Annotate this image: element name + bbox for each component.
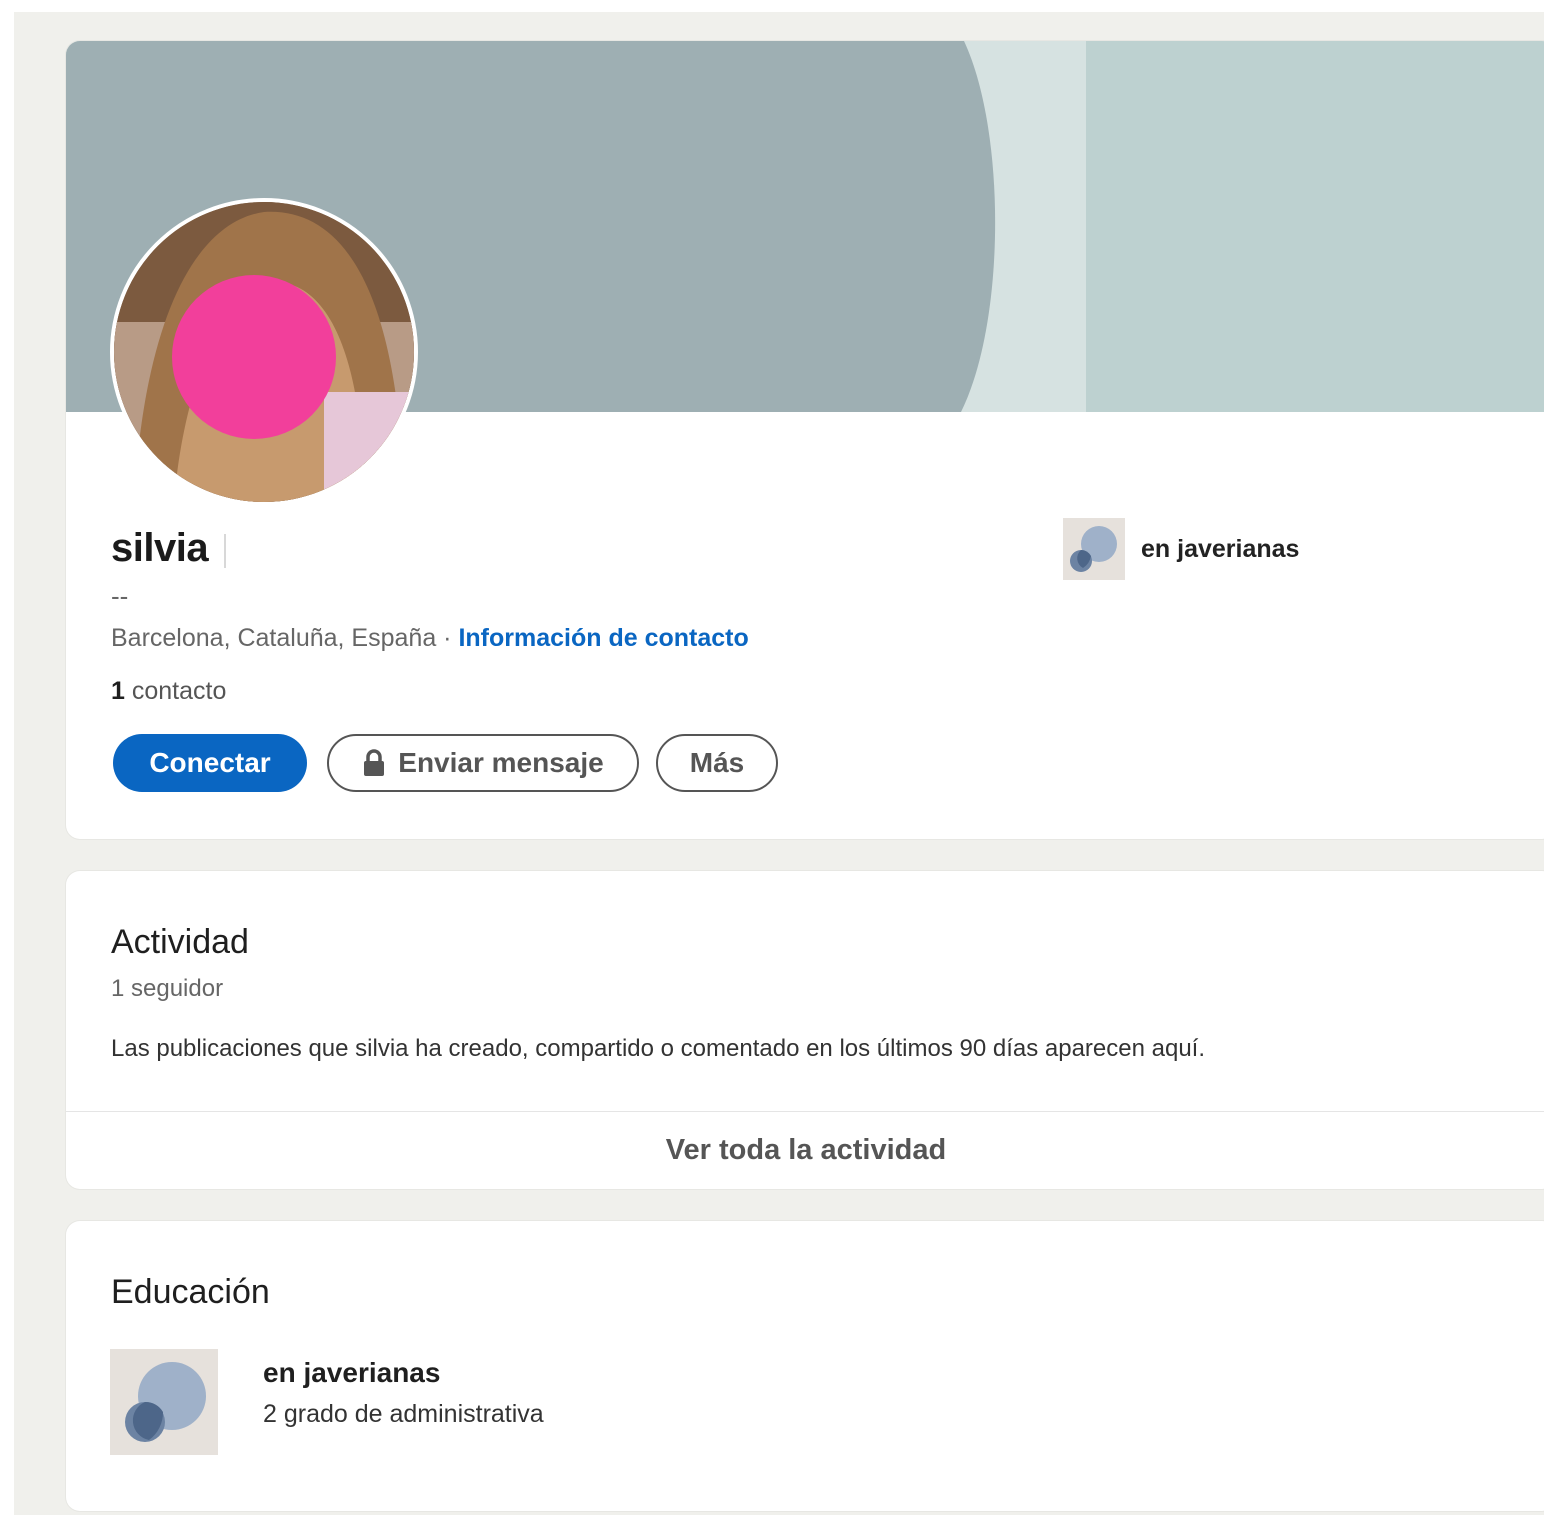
see-all-activity-button[interactable]: Ver toda la actividad (66, 1112, 1544, 1189)
connections-label: contacto (124, 677, 227, 705)
activity-description: Las publicaciones que silvia ha creado, … (111, 1035, 1206, 1062)
profile-headline: -- (111, 581, 129, 611)
followers-count[interactable]: 1 seguidor (111, 975, 223, 1003)
profile-name: silvia (111, 526, 209, 570)
education-degree: 2 grado de administrativa (263, 1400, 544, 1428)
current-education-link[interactable]: en javerianas (1141, 535, 1299, 564)
lock-icon (362, 749, 386, 777)
location-line: Barcelona, Cataluña, España · Informació… (111, 624, 749, 653)
school-logo-icon[interactable] (110, 1349, 218, 1455)
connections-number: 1 (111, 677, 125, 705)
connect-button[interactable]: Conectar (113, 734, 307, 792)
location-separator: · (436, 624, 459, 652)
avatar-redaction (172, 275, 336, 439)
education-card: Educación en javerianas 2 grado de admin… (66, 1221, 1544, 1511)
education-school[interactable]: en javerianas (263, 1357, 440, 1389)
connections-count[interactable]: 1 contacto (111, 677, 226, 706)
profile-location: Barcelona, Cataluña, España (111, 624, 437, 652)
name-redaction (224, 534, 238, 568)
activity-card: Actividad 1 seguidor Las publicaciones q… (66, 871, 1544, 1189)
send-message-label: Enviar mensaje (398, 747, 604, 778)
school-logo-icon[interactable] (1063, 518, 1125, 580)
activity-title: Actividad (111, 923, 249, 961)
education-title: Educación (111, 1273, 270, 1311)
more-button[interactable]: Más (656, 734, 778, 792)
profile-card: silvia -- Barcelona, Cataluña, España · … (66, 41, 1544, 839)
send-message-button[interactable]: Enviar mensaje (327, 734, 639, 792)
profile-avatar[interactable] (110, 198, 418, 506)
contact-info-link[interactable]: Información de contacto (458, 624, 748, 652)
